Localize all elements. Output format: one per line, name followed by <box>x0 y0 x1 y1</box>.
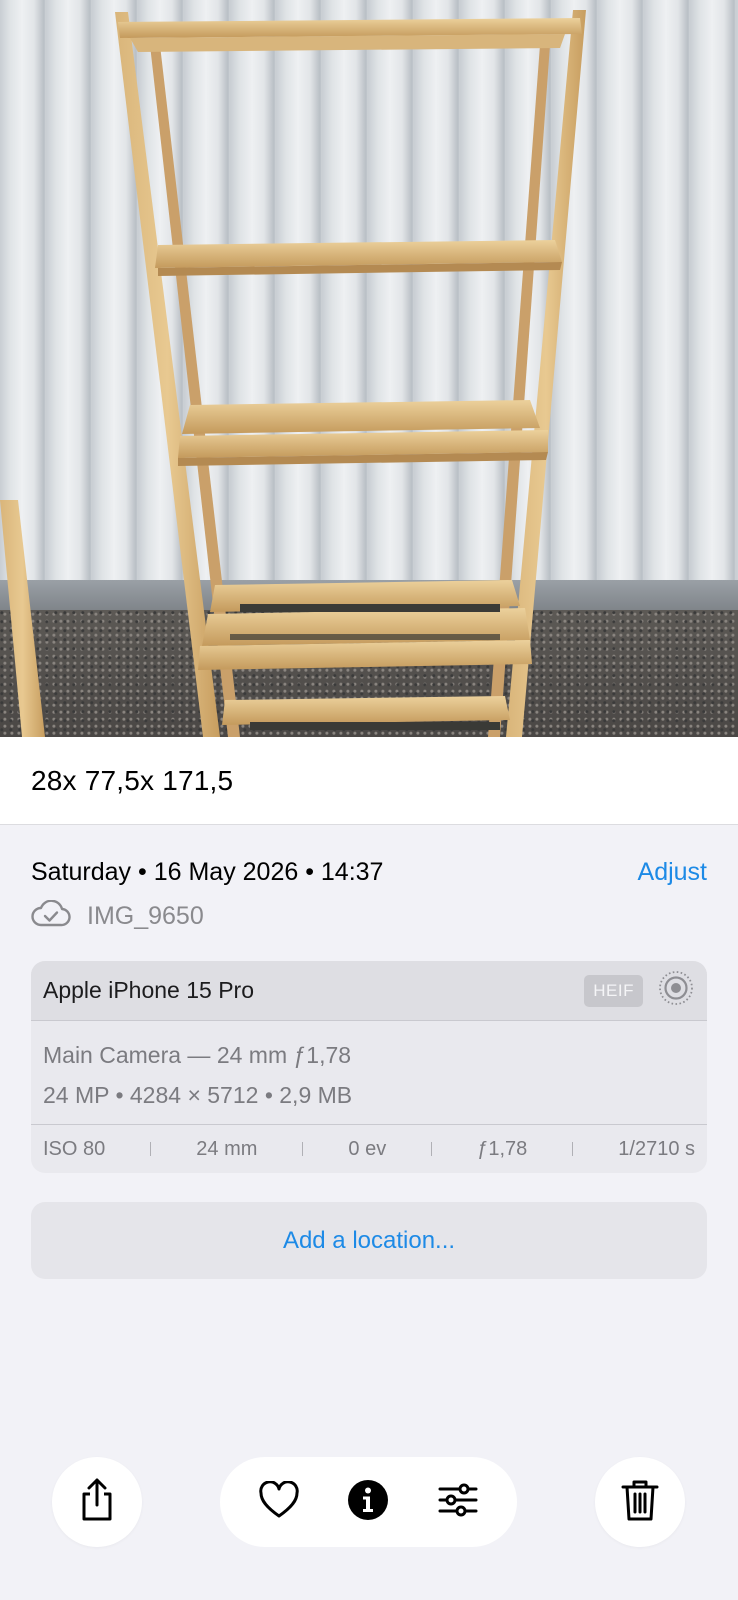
delete-button[interactable] <box>595 1457 685 1547</box>
exif-divider <box>431 1142 433 1156</box>
share-icon <box>77 1477 117 1528</box>
camera-card-body: Main Camera — 24 mm ƒ1,78 24 MP • 4284 ×… <box>31 1021 707 1125</box>
date-time-label: Saturday • 16 May 2026 • 14:37 <box>31 858 384 886</box>
info-button[interactable] <box>340 1474 396 1530</box>
exif-shutter: 1/2710 s <box>618 1137 695 1160</box>
favorite-button[interactable] <box>251 1474 307 1530</box>
adjust-date-button[interactable]: Adjust <box>638 858 707 887</box>
share-button[interactable] <box>52 1457 142 1547</box>
camera-info-card: Apple iPhone 15 Pro HEIF Main Camera — 2… <box>31 961 707 1173</box>
exif-divider <box>572 1142 574 1156</box>
exif-row: ISO 80 24 mm 0 ev ƒ1,78 1/2710 s <box>31 1125 707 1173</box>
exif-exposure: 0 ev <box>348 1137 387 1160</box>
wooden-shelf-image <box>0 10 586 737</box>
camera-card-header: Apple iPhone 15 Pro HEIF <box>31 961 707 1021</box>
add-location-label: Add a location... <box>282 1226 456 1254</box>
file-row: IMG_9650 <box>31 898 204 934</box>
trash-icon <box>620 1478 660 1527</box>
cloud-check-icon <box>31 899 71 933</box>
exif-iso: ISO 80 <box>43 1137 106 1160</box>
exif-divider <box>302 1142 304 1156</box>
info-icon <box>347 1479 389 1526</box>
edit-adjust-button[interactable] <box>430 1474 486 1530</box>
file-name: IMG_9650 <box>87 901 204 930</box>
caption-area[interactable]: 28x 77,5x 171,5 <box>0 737 738 825</box>
device-name: Apple iPhone 15 Pro <box>43 977 254 1003</box>
exif-divider <box>150 1142 152 1156</box>
heart-icon <box>258 1479 300 1524</box>
lens-info: Main Camera — 24 mm ƒ1,78 <box>43 1042 352 1068</box>
exif-focal-length: 24 mm <box>196 1137 258 1160</box>
photo-view[interactable] <box>0 0 738 737</box>
format-badge: HEIF <box>584 974 643 1007</box>
action-pill <box>220 1457 517 1547</box>
live-photo-icon <box>657 969 695 1012</box>
adjust-sliders-icon <box>437 1482 479 1523</box>
exif-aperture: ƒ1,78 <box>477 1137 528 1160</box>
image-specs: 24 MP • 4284 × 5712 • 2,9 MB <box>43 1082 353 1108</box>
caption-text[interactable]: 28x 77,5x 171,5 <box>31 765 233 797</box>
add-location-button[interactable]: Add a location... <box>31 1202 707 1279</box>
